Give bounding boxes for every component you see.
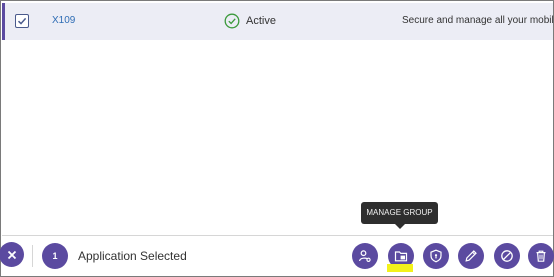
clear-selection-button[interactable] <box>0 242 24 267</box>
pencil-icon <box>465 250 477 262</box>
user-settings-icon <box>359 250 371 262</box>
status-cell: Active <box>224 13 276 29</box>
table-row[interactable]: X109 Active Secure and manage all your m… <box>2 3 554 40</box>
folder-group-icon <box>394 251 408 262</box>
manage-users-button[interactable] <box>352 243 378 269</box>
selected-label: Application Selected <box>78 249 187 263</box>
row-checkbox[interactable] <box>15 14 29 28</box>
edit-button[interactable] <box>458 243 484 269</box>
shield-icon <box>430 249 442 263</box>
app-id-link[interactable]: X109 <box>52 15 75 26</box>
delete-button[interactable] <box>528 243 554 269</box>
checkmark-icon <box>17 17 27 25</box>
status-label: Active <box>246 15 276 27</box>
tooltip-arrow <box>395 224 405 229</box>
block-icon <box>501 250 513 262</box>
security-button[interactable] <box>423 243 449 269</box>
block-button[interactable] <box>494 243 520 269</box>
manage-group-tooltip: MANAGE GROUP <box>361 202 438 224</box>
app-description: Secure and manage all your mobile ... <box>402 15 554 26</box>
divider <box>32 245 33 267</box>
selected-count-badge: 1 <box>42 243 68 269</box>
check-circle-icon <box>224 13 240 29</box>
close-icon <box>7 250 16 259</box>
app-window: X109 Active Secure and manage all your m… <box>0 0 554 277</box>
selection-action-bar: 1 Application Selected <box>0 235 554 275</box>
click-highlight <box>387 264 413 272</box>
trash-icon <box>536 250 546 262</box>
